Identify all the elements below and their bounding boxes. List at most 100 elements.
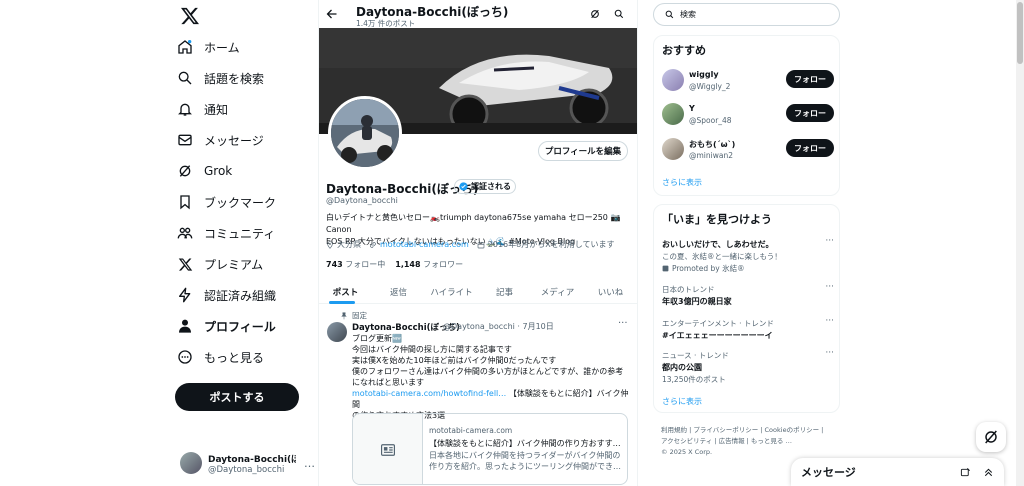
nav-messages[interactable]: メッセージ: [176, 126, 264, 154]
nav-label: 通知: [204, 102, 229, 117]
footer-line[interactable]: アクセシビリティ | 広告情報 | もっと見る …: [661, 436, 839, 447]
profile-website-link[interactable]: mototabi-camera.com: [380, 240, 469, 249]
nav-profile[interactable]: プロフィール: [176, 312, 276, 340]
scrollbar-thumb[interactable]: [1017, 2, 1023, 64]
more-circle-icon: [176, 348, 194, 366]
get-verified-button[interactable]: 認証される: [454, 179, 516, 194]
show-more-link[interactable]: さらに表示: [662, 396, 702, 407]
show-more-link[interactable]: さらに表示: [662, 177, 702, 188]
tab-articles[interactable]: 記事: [478, 280, 531, 303]
scrollbar-track[interactable]: [1016, 0, 1024, 486]
trends-title: 「いま」を見つけよう: [662, 213, 772, 226]
card-description: 日本各地にバイク仲間を持つライダーがバイク仲間の作り方を紹介。思ったようにツーリ…: [429, 451, 621, 471]
search-bar[interactable]: 検索: [653, 3, 840, 26]
post-link[interactable]: mototabi-camera.com/howtofind-fell…: [352, 389, 506, 398]
x-logo-icon[interactable]: [180, 6, 200, 26]
nav-verified-orgs[interactable]: 認証済み組織: [176, 281, 276, 309]
post-button[interactable]: ポストする: [175, 383, 299, 411]
user-handle: @miniwan2: [689, 151, 733, 160]
avatar: [662, 103, 684, 125]
bookmark-icon: [176, 193, 194, 211]
nav-more[interactable]: もっと見る: [176, 343, 264, 371]
follow-button[interactable]: フォロー: [786, 104, 834, 122]
recommend-panel: おすすめ wiggly @Wiggly_2 フォロー Y @Spoor_48 フ…: [653, 35, 840, 196]
trend-item[interactable]: エンターテインメント · トレンド #イエェェェーーーーーーーイ ···: [662, 316, 834, 341]
search-icon[interactable]: [614, 9, 624, 19]
promoted-icon: [662, 265, 669, 272]
back-arrow-icon[interactable]: [326, 8, 338, 20]
pinned-label: 固定: [352, 311, 367, 320]
more-dots-icon[interactable]: ···: [825, 282, 834, 292]
tab-highlights[interactable]: ハイライト: [425, 280, 478, 303]
post-handle-date: @Daytona_bocchi · 7月10日: [443, 322, 554, 331]
messages-drawer-title: メッセージ: [801, 466, 856, 479]
card-domain: mototabi-camera.com: [429, 426, 513, 435]
tab-replies[interactable]: 返信: [372, 280, 425, 303]
pinned-indicator: 固定: [340, 310, 367, 321]
followers-label: フォロワー: [423, 260, 464, 269]
search-input[interactable]: 検索: [680, 9, 696, 20]
follow-button[interactable]: フォロー: [786, 139, 834, 157]
avatar: [180, 452, 202, 474]
profile-tabs: ポスト 返信 ハイライト 記事 メディア いいね: [319, 280, 637, 304]
trend-item[interactable]: ニュース · トレンド 都内の公園 13,250件のポスト ···: [662, 348, 834, 385]
grok-icon[interactable]: [590, 9, 600, 19]
user-handle: @Wiggly_2: [689, 82, 731, 91]
footer-links[interactable]: 利用規約 | プライバシーポリシー | Cookieのポリシー | アクセシビリ…: [661, 425, 839, 458]
card-title: 【体験談をもとに紹介】バイク仲間の作り方おすす…: [429, 439, 621, 448]
followers-count: 1,148: [395, 260, 421, 269]
account-name: Daytona-Bocchi(ぼ…: [208, 454, 296, 465]
recommend-user[interactable]: wiggly @Wiggly_2 フォロー: [662, 65, 834, 95]
post-line: 実は僕Xを始めた10年ほど前はバイク仲間0だったんです: [352, 356, 557, 365]
edit-profile-button[interactable]: プロフィールを編集: [538, 141, 628, 161]
more-dots-icon[interactable]: ···: [825, 348, 834, 358]
post-text: ブログ更新🆕 今回はバイク仲間の探し方に関する記事です 実は僕Xを始めた10年ほ…: [352, 333, 630, 421]
new-message-icon[interactable]: [960, 467, 971, 478]
nav-explore[interactable]: 話題を検索: [176, 64, 264, 92]
more-dots-icon[interactable]: ···: [825, 316, 834, 326]
calendar-icon: [477, 241, 485, 249]
grok-icon: [983, 429, 999, 445]
grok-button[interactable]: [976, 422, 1006, 452]
recommend-user[interactable]: おもち(´ω`) @miniwan2 フォロー: [662, 134, 834, 164]
chevron-up-icon[interactable]: [983, 467, 994, 478]
profile-avatar[interactable]: [328, 96, 402, 170]
nav-home[interactable]: ホーム: [176, 33, 240, 61]
search-icon: [176, 69, 194, 87]
tab-posts[interactable]: ポスト: [319, 280, 372, 304]
nav-label: コミュニティ: [204, 226, 276, 241]
nav-bookmarks[interactable]: ブックマーク: [176, 188, 276, 216]
avatar: [662, 69, 684, 91]
follow-button[interactable]: フォロー: [786, 70, 834, 88]
more-dots-icon[interactable]: ···: [825, 236, 834, 246]
tab-media[interactable]: メディア: [531, 280, 584, 303]
home-icon: [176, 38, 194, 56]
footer-line[interactable]: 利用規約 | プライバシーポリシー | Cookieのポリシー |: [661, 425, 839, 436]
x-icon: [176, 255, 194, 273]
nav-label: ブックマーク: [204, 195, 277, 210]
profile-location: 大分県: [337, 240, 361, 249]
avatar[interactable]: [327, 322, 347, 342]
nav-premium[interactable]: プレミアム: [176, 250, 263, 278]
nav-notifications[interactable]: 通知: [176, 95, 228, 123]
promoted-row: Promoted by 氷結®: [662, 263, 834, 274]
followers-link[interactable]: 1,148 フォロワー: [395, 259, 463, 270]
following-link[interactable]: 743 フォロー中: [326, 259, 385, 270]
link-card[interactable]: mototabi-camera.com 【体験談をもとに紹介】バイク仲間の作り方…: [352, 413, 628, 485]
follow-stats: 743 フォロー中 1,148 フォロワー: [326, 259, 463, 270]
trend-item[interactable]: 日本のトレンド 年収3億円の親日家 ···: [662, 282, 834, 307]
post-more-icon[interactable]: ···: [618, 318, 628, 329]
recommend-user[interactable]: Y @Spoor_48 フォロー: [662, 99, 834, 129]
more-dots-icon: …: [304, 456, 315, 470]
tab-likes[interactable]: いいね: [584, 280, 637, 303]
user-name: Y: [689, 104, 695, 113]
community-icon: [176, 224, 194, 242]
messages-drawer[interactable]: メッセージ: [791, 458, 1004, 486]
nav-label: プレミアム: [204, 257, 264, 272]
account-switcher[interactable]: Daytona-Bocchi(ぼ… @Daytona_bocchi …: [180, 449, 318, 477]
nav-communities[interactable]: コミュニティ: [176, 219, 275, 247]
trend-item[interactable]: おいしいだけで、しあわせだ。 この夏、氷結®と一緒に楽しもう！ Promoted…: [662, 236, 834, 274]
nav-label: Grok: [204, 164, 233, 178]
nav-grok[interactable]: Grok: [176, 157, 232, 185]
bio-line: 白いデイトナと黄色いセロー🏍️triumph daytona675se yama…: [326, 213, 621, 234]
